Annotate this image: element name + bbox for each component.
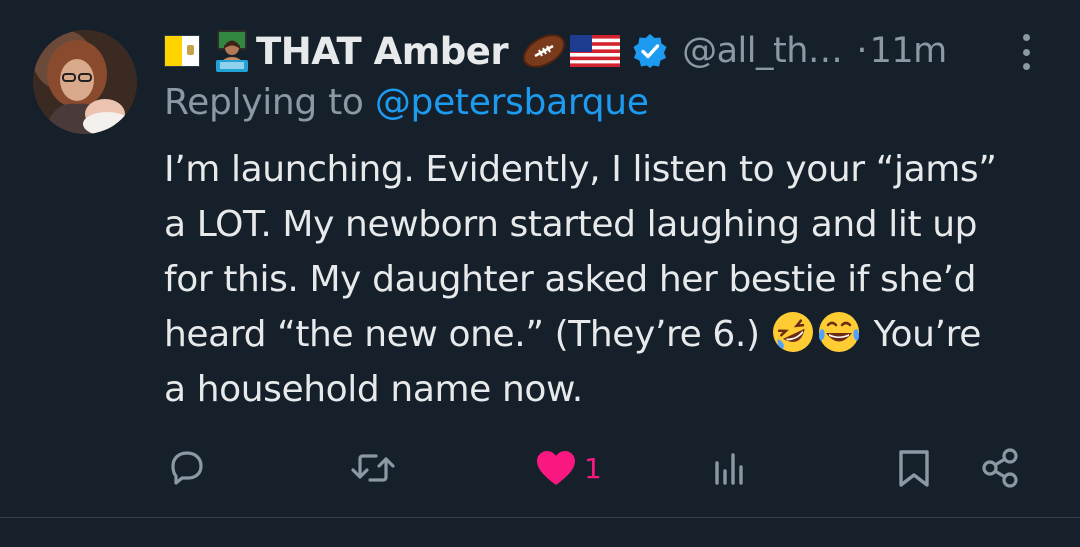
- tweet-text-line: a LOT. My newborn started laughing and l…: [164, 204, 978, 245]
- tweet-text-line-with-emoji: heard “the new one.” (They’re 6.) You’re: [164, 307, 1044, 362]
- tweet-actions: 1: [164, 440, 1044, 496]
- views-button[interactable]: [710, 440, 750, 496]
- tweet-text-line: for this. My daughter asked her bestie i…: [164, 259, 977, 300]
- rolling-on-floor-laughing-emoji-icon: [772, 312, 813, 352]
- analytics-icon: [715, 453, 743, 485]
- bookmark-button[interactable]: [894, 440, 934, 496]
- share-icon: [982, 448, 1018, 488]
- replying-to-mention[interactable]: @petersbarque: [375, 82, 649, 123]
- bookmark-icon: [899, 450, 929, 487]
- reply-button[interactable]: [164, 440, 210, 496]
- vatican-flag-icon: [164, 35, 200, 67]
- tweet-header: THAT Amber @all_th… · 11m: [164, 28, 1064, 74]
- football-emoji-icon: [522, 34, 566, 68]
- timestamp[interactable]: 11m: [870, 31, 948, 71]
- tweet[interactable]: THAT Amber @all_th… · 11m Replying to @p…: [0, 0, 1080, 547]
- author-handle[interactable]: @all_th…: [682, 31, 843, 71]
- like-button[interactable]: 1: [534, 440, 602, 496]
- more-options-icon[interactable]: [1012, 34, 1040, 70]
- tweet-text: I’m launching. Evidently, I listen to yo…: [164, 142, 1044, 417]
- heart-filled-icon: [537, 451, 575, 485]
- avatar[interactable]: [33, 30, 137, 134]
- retweet-button[interactable]: [348, 440, 398, 496]
- retweet-icon: [351, 454, 395, 482]
- like-count: 1: [584, 451, 602, 485]
- replying-to: Replying to @petersbarque: [164, 82, 649, 123]
- us-flag-emoji-icon: [570, 35, 621, 67]
- display-name[interactable]: THAT Amber: [256, 30, 509, 73]
- replying-to-label: Replying to: [164, 82, 375, 123]
- technologist-emoji-icon: [216, 30, 248, 72]
- tweet-text-line: I’m launching. Evidently, I listen to yo…: [164, 149, 997, 190]
- tweet-text-line: a household name now.: [164, 369, 583, 410]
- reply-icon: [171, 451, 203, 485]
- divider: [0, 517, 1080, 518]
- share-button[interactable]: [978, 440, 1024, 496]
- tears-of-joy-emoji-icon: [818, 312, 859, 352]
- tweet-text-segment: You’re: [862, 314, 982, 355]
- tweet-text-segment: heard “the new one.” (They’re 6.): [164, 314, 771, 355]
- separator-dot: ·: [856, 31, 868, 71]
- verified-badge-icon[interactable]: [632, 33, 668, 69]
